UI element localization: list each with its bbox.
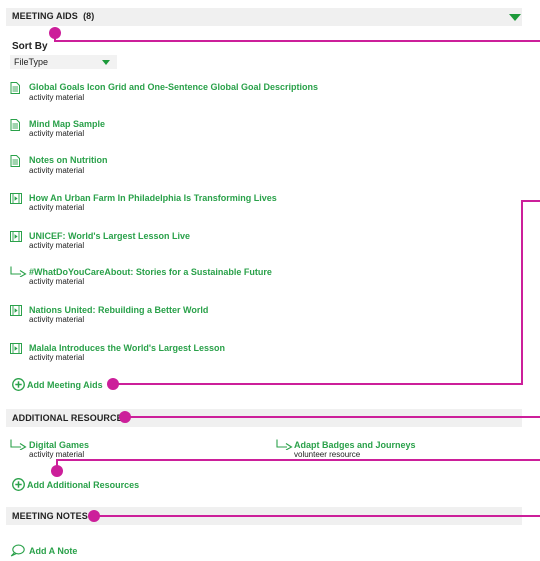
meeting-aid-link[interactable]: How An Urban Farm In Philadelphia Is Tra… <box>29 193 277 203</box>
sort-select[interactable]: FileType <box>10 55 117 69</box>
link-arrow-icon <box>276 439 293 450</box>
add-additional-resources-button[interactable]: Add Additional Resources <box>27 480 139 490</box>
add-circle-icon[interactable] <box>12 378 25 391</box>
add-note-button[interactable]: Add A Note <box>29 546 77 556</box>
meeting-aid-type: activity material <box>29 315 85 324</box>
document-icon <box>10 119 20 131</box>
meeting-aid-link[interactable]: Malala Introduces the World's Largest Le… <box>29 343 225 353</box>
annotation-line <box>113 383 523 385</box>
meeting-aids-header[interactable]: MEETING AIDS (8) <box>6 8 522 26</box>
meeting-aid-link[interactable]: Global Goals Icon Grid and One-Sentence … <box>29 82 318 92</box>
link-arrow-icon <box>10 266 27 277</box>
resource-link[interactable]: Adapt Badges and Journeys <box>294 440 416 450</box>
chevron-down-icon[interactable] <box>509 14 521 21</box>
annotation-line <box>521 200 523 385</box>
meeting-aids-title: MEETING AIDS (8) <box>12 11 95 21</box>
speech-bubble-icon[interactable] <box>10 544 25 557</box>
annotation-line <box>56 460 58 468</box>
annotation-line <box>521 200 540 202</box>
meeting-aid-link[interactable]: Nations United: Rebuilding a Better Worl… <box>29 305 208 315</box>
video-icon <box>10 343 22 354</box>
additional-resources-header[interactable]: ADDITIONAL RESOURCES <box>6 409 522 427</box>
meeting-aid-type: activity material <box>29 93 85 102</box>
video-icon <box>10 231 22 242</box>
meeting-notes-title: MEETING NOTES <box>12 511 88 521</box>
annotation-line <box>54 40 540 42</box>
add-meeting-aids-button[interactable]: Add Meeting Aids <box>27 380 103 390</box>
meeting-aid-link[interactable]: #WhatDoYouCareAbout: Stories for a Susta… <box>29 267 272 277</box>
add-circle-icon[interactable] <box>12 478 25 491</box>
meeting-aid-type: activity material <box>29 353 85 362</box>
meeting-aid-type: activity material <box>29 203 85 212</box>
meeting-aid-type: activity material <box>29 241 85 250</box>
meeting-aid-type: activity material <box>29 166 85 175</box>
annotation-line <box>94 515 540 517</box>
resource-type: volunteer resource <box>294 450 361 459</box>
document-icon <box>10 155 20 167</box>
video-icon <box>10 305 22 316</box>
sort-select-value: FileType <box>14 57 49 67</box>
link-arrow-icon <box>10 439 27 450</box>
chevron-down-icon <box>102 60 110 65</box>
document-icon <box>10 82 20 94</box>
meeting-aids-count: (8) <box>83 11 95 21</box>
meeting-aid-type: activity material <box>29 277 85 286</box>
resource-link[interactable]: Digital Games <box>29 440 89 450</box>
sort-by-label: Sort By <box>12 41 48 52</box>
resource-type: activity material <box>29 450 85 459</box>
annotation-line <box>125 416 540 418</box>
meeting-aid-type: activity material <box>29 129 85 138</box>
meeting-aid-link[interactable]: UNICEF: World's Largest Lesson Live <box>29 231 190 241</box>
video-icon <box>10 193 22 204</box>
annotation-line <box>56 459 540 461</box>
meeting-aid-link[interactable]: Mind Map Sample <box>29 119 105 129</box>
additional-resources-title: ADDITIONAL RESOURCES <box>12 413 129 423</box>
meeting-aid-link[interactable]: Notes on Nutrition <box>29 155 108 165</box>
